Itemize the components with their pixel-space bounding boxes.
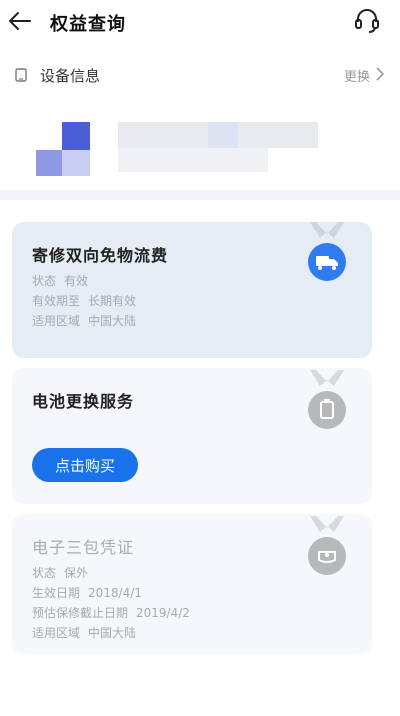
truck-medal-icon <box>308 222 346 281</box>
change-device-link[interactable]: 更换 <box>344 66 370 85</box>
status-label: 状态 <box>32 566 57 580</box>
benefit-card-logistics[interactable]: 寄修双向免物流费 状态 有效 有效期至 长期有效 适用区域 中国大陆 <box>12 222 372 358</box>
region-value: 中国大陆 <box>88 314 137 328</box>
warranty-end-date: 预估保修截止日期 2019/4/2 <box>32 604 190 621</box>
region-label: 适用区域 <box>32 626 81 640</box>
benefit-title: 电池更换服务 <box>32 392 135 411</box>
benefit-title: 寄修双向免物流费 <box>32 246 169 265</box>
logo-block <box>62 150 90 176</box>
certificate-medal-icon <box>308 516 346 575</box>
region-label: 适用区域 <box>32 314 81 328</box>
benefit-title: 电子三包凭证 <box>32 538 135 557</box>
status-value: 有效 <box>64 274 89 288</box>
benefit-card-warranty[interactable]: 电子三包凭证 状态 保外 生效日期 2018/4/1 预估保修截止日期 2019/4/… <box>12 514 372 654</box>
page-title: 权益查询 <box>50 14 126 35</box>
logo-block <box>62 122 90 150</box>
chevron-right-icon[interactable] <box>374 66 386 82</box>
end-date-value: 2019/4/2 <box>136 606 190 620</box>
device-info-title: 设备信息 <box>40 67 101 85</box>
benefit-card-battery[interactable]: 电池更换服务 点击购买 <box>12 368 372 504</box>
buy-button[interactable]: 点击购买 <box>32 448 138 482</box>
benefit-period: 有效期至 长期有效 <box>32 292 136 309</box>
section-divider <box>0 190 400 200</box>
benefit-region: 适用区域 中国大陆 <box>32 312 136 329</box>
logo-block <box>36 150 62 176</box>
period-label: 有效期至 <box>32 294 81 308</box>
top-bar: 权益查询 <box>0 0 400 44</box>
device-name-redacted <box>118 122 318 172</box>
headset-icon <box>355 9 379 33</box>
battery-medal-icon <box>308 370 346 429</box>
device-info-section: 设备信息 更换 <box>0 52 400 186</box>
region-value: 中国大陆 <box>88 626 137 640</box>
customer-service-button[interactable] <box>352 6 382 36</box>
end-date-label: 预估保修截止日期 <box>32 606 129 620</box>
warranty-region: 适用区域 中国大陆 <box>32 624 136 641</box>
arrow-left-icon <box>9 12 31 30</box>
benefit-status: 状态 有效 <box>32 272 88 289</box>
status-value: 保外 <box>64 566 89 580</box>
device-logo <box>36 122 92 178</box>
start-date-value: 2018/4/1 <box>88 586 142 600</box>
warranty-start-date: 生效日期 2018/4/1 <box>32 584 142 601</box>
back-button[interactable] <box>6 8 34 34</box>
period-value: 长期有效 <box>88 294 137 308</box>
tablet-icon <box>15 68 27 82</box>
rights-query-page: 权益查询 设备信息 更换 寄修双向免物流费 状态 有效 有效期至 长期有效 适用… <box>0 0 400 716</box>
status-label: 状态 <box>32 274 57 288</box>
start-date-label: 生效日期 <box>32 586 81 600</box>
warranty-status: 状态 保外 <box>32 564 88 581</box>
